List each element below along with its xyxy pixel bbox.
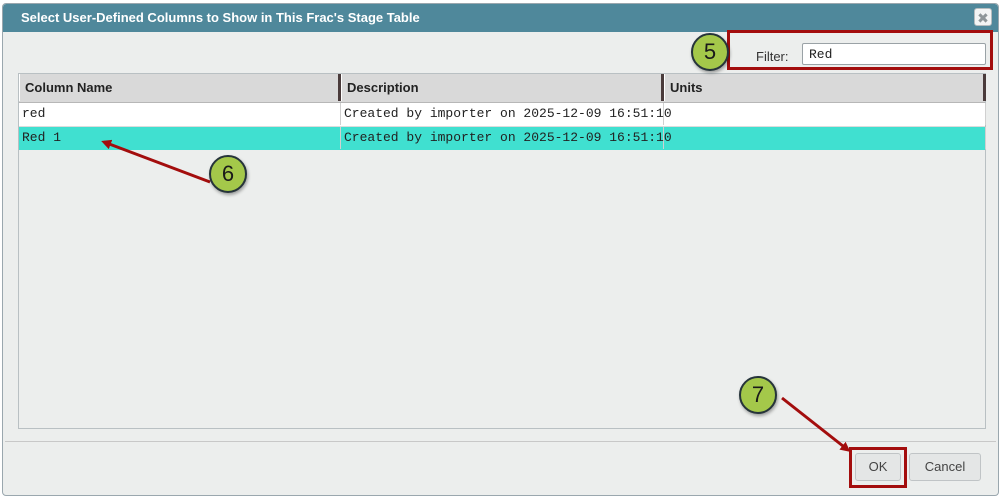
callout-6: 6 xyxy=(209,155,247,193)
columns-table: Column Name Description Units red Create… xyxy=(18,73,986,429)
callout-5: 5 xyxy=(691,33,729,71)
cell-column-name: red xyxy=(19,103,341,125)
close-icon[interactable]: ✖ xyxy=(974,8,992,26)
dialog: Select User-Defined Columns to Show in T… xyxy=(2,3,999,496)
footer-divider xyxy=(5,441,996,442)
table-header: Column Name Description Units xyxy=(19,74,986,103)
callout-7: 7 xyxy=(739,376,777,414)
filter-label: Filter: xyxy=(756,49,789,64)
cell-column-name: Red 1 xyxy=(19,127,341,149)
column-header-units[interactable]: Units xyxy=(664,74,986,101)
dialog-title: Select User-Defined Columns to Show in T… xyxy=(21,10,420,25)
ok-button[interactable]: OK xyxy=(855,453,901,481)
column-header-description[interactable]: Description xyxy=(341,74,664,101)
cell-description: Created by importer on 2025-12-09 16:51:… xyxy=(341,127,672,149)
column-header-name[interactable]: Column Name xyxy=(19,74,341,101)
table-row-selected[interactable]: Red 1 Created by importer on 2025-12-09 … xyxy=(19,127,986,150)
table-row[interactable]: red Created by importer on 2025-12-09 16… xyxy=(19,103,986,127)
cell-units xyxy=(664,127,986,149)
filter-highlight-box: Filter: xyxy=(727,30,993,70)
cell-description: Created by importer on 2025-12-09 16:51:… xyxy=(341,103,672,125)
cell-units xyxy=(664,103,986,125)
cancel-button[interactable]: Cancel xyxy=(909,453,981,481)
filter-input[interactable] xyxy=(802,43,986,65)
dialog-titlebar[interactable]: Select User-Defined Columns to Show in T… xyxy=(3,4,998,32)
